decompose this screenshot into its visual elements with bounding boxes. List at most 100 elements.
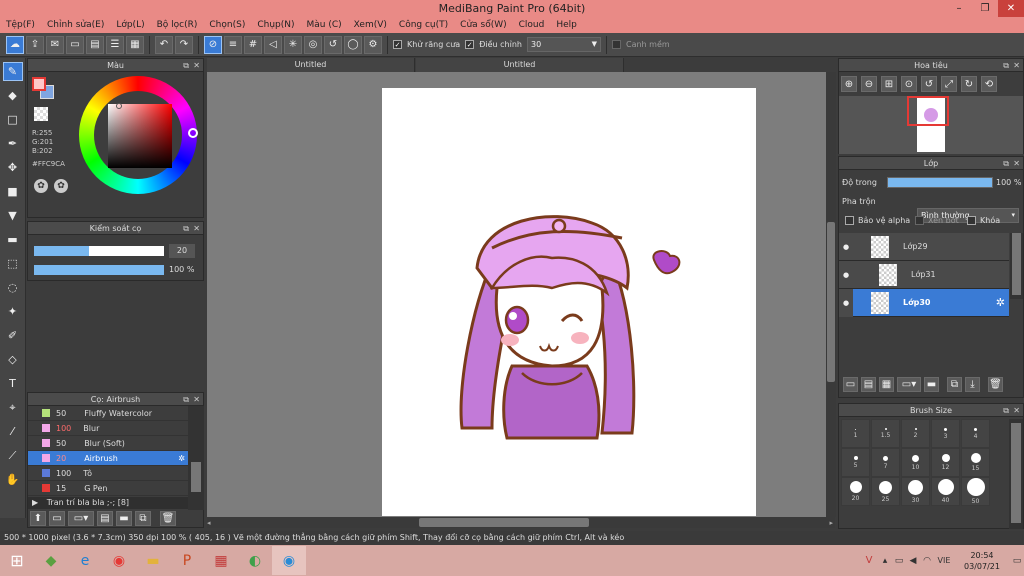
new-8bit-layer-icon[interactable]: ▦ <box>879 377 894 392</box>
scrollbar-thumb[interactable] <box>1011 423 1021 523</box>
eraser-tool-icon[interactable]: ◆ <box>3 86 23 105</box>
brush-size-cell[interactable]: 40 <box>931 477 960 506</box>
palette-add-icon[interactable]: ✿ <box>54 179 68 193</box>
merge-down-icon[interactable]: ⤓ <box>965 377 980 392</box>
correction-checkbox[interactable]: ✓ <box>465 40 475 49</box>
zoom-in-icon[interactable]: ⊕ <box>841 76 857 92</box>
eyedropper-tool-icon[interactable]: ⟋ <box>3 446 23 465</box>
panel-popout-icon[interactable]: ⧉ <box>1003 404 1009 417</box>
brush-item[interactable]: 50 Fluffy Watercolor <box>28 406 188 421</box>
lock-checkbox[interactable] <box>967 216 976 225</box>
text-tool-icon[interactable]: T <box>3 374 23 393</box>
menu-capture[interactable]: Chụp(N) <box>251 20 300 30</box>
brush-size-cell[interactable]: 12 <box>931 448 960 477</box>
gradient-tool-icon[interactable]: ▬ <box>3 230 23 249</box>
protect-alpha-checkbox[interactable] <box>845 216 854 225</box>
tab-untitled-2[interactable]: Untitled <box>416 58 624 72</box>
scroll-left-icon[interactable]: ◂ <box>207 519 211 527</box>
sv-handle[interactable] <box>116 103 122 109</box>
curve-icon[interactable]: ↺ <box>324 35 342 54</box>
grid-icon[interactable]: ▦ <box>126 35 144 54</box>
hand-tool-icon[interactable]: ✋ <box>3 470 23 489</box>
brush-size-cell[interactable]: 3 <box>931 419 960 448</box>
powerpoint-icon[interactable]: P <box>170 546 204 575</box>
transparent-swatch[interactable] <box>34 107 48 121</box>
clip-checkbox[interactable] <box>915 216 924 225</box>
panel-close-icon[interactable]: ✕ <box>193 222 200 235</box>
layer-scrollbar[interactable] <box>1010 233 1023 299</box>
vertical-scrollbar[interactable] <box>826 72 836 517</box>
panel-popout-icon[interactable]: ⧉ <box>1003 59 1009 72</box>
layer-opacity-slider[interactable] <box>887 177 993 188</box>
protect-alpha-option[interactable]: Bảo vệ alpha <box>845 216 910 225</box>
fill-rect-tool-icon[interactable]: ■ <box>3 182 23 201</box>
tab-untitled-1[interactable]: Untitled <box>207 58 415 72</box>
scrollbar-thumb[interactable] <box>191 462 201 492</box>
perspective-icon[interactable]: ◁ <box>264 35 282 54</box>
scroll-right-icon[interactable]: ▸ <box>829 519 833 527</box>
divide-tool-icon[interactable]: ⁄ <box>3 422 23 441</box>
select-rect-tool-icon[interactable]: ⬚ <box>3 254 23 273</box>
brush-item[interactable]: 50 Blur (Soft) <box>28 436 188 451</box>
menu-color[interactable]: Màu (C) <box>301 20 348 30</box>
document-icon[interactable]: ▤ <box>86 35 104 54</box>
brush-properties-icon[interactable]: ▤ <box>97 511 113 526</box>
viewport-indicator[interactable] <box>907 96 949 126</box>
add-layer-menu-icon[interactable]: ▭▾ <box>897 377 921 392</box>
brush-size-cell[interactable]: 50 <box>961 477 990 506</box>
pen-tool-icon[interactable]: ✒ <box>3 134 23 153</box>
eye-icon[interactable]: ● <box>839 243 853 251</box>
brush-list-scrollbar[interactable] <box>188 406 204 510</box>
layer-settings-icon[interactable]: ✲ <box>996 296 1005 309</box>
brush-tool-icon[interactable]: ✎ <box>2 62 23 81</box>
eye-icon[interactable]: ● <box>839 288 853 317</box>
panel-close-icon[interactable]: ✕ <box>193 59 200 72</box>
windows-start-icon[interactable]: ⊞ <box>0 546 34 575</box>
layer-row[interactable]: ● Lớp29 <box>839 233 1009 261</box>
panel-popout-icon[interactable]: ⧉ <box>1003 157 1009 170</box>
bucket-tool-icon[interactable]: ▼ <box>3 206 23 225</box>
opacity-slider[interactable] <box>34 265 164 275</box>
rotate-left-icon[interactable]: ↺ <box>921 76 937 92</box>
folder-icon[interactable]: ▬ <box>924 377 939 392</box>
cloud-brush-icon[interactable]: ⬆ <box>30 511 46 526</box>
parallel-snap-icon[interactable]: ≡ <box>224 35 242 54</box>
menu-select[interactable]: Chọn(S) <box>203 20 251 30</box>
reset-rotation-icon[interactable]: ⟲ <box>981 76 997 92</box>
clock[interactable]: 20:54 03/07/21 <box>954 550 1010 572</box>
hue-handle[interactable] <box>188 128 198 138</box>
lasso-tool-icon[interactable]: ◌ <box>3 278 23 297</box>
fit-window-icon[interactable]: ⤢ <box>941 76 957 92</box>
brush-size-cell[interactable]: 5 <box>841 448 870 477</box>
layer-row-selected[interactable]: ● Lớp30 ✲ <box>839 288 1009 317</box>
volume-icon[interactable]: ◀ <box>906 546 920 575</box>
wifi-icon[interactable]: ◠ <box>920 546 934 575</box>
notification-icon[interactable]: ▭ <box>1010 546 1024 575</box>
panel-close-icon[interactable]: ✕ <box>1013 157 1020 170</box>
chrome-icon[interactable]: ◉ <box>102 546 136 575</box>
garena-icon[interactable]: ◐ <box>238 546 272 575</box>
brush-size-cell[interactable]: 4 <box>961 419 990 448</box>
select-pen-tool-icon[interactable]: ✐ <box>3 326 23 345</box>
export-icon[interactable]: ⇪ <box>26 35 44 54</box>
menu-layer[interactable]: Lớp(L) <box>110 20 150 30</box>
panel-popout-icon[interactable]: ⧉ <box>183 393 189 406</box>
language-indicator[interactable]: VIE <box>934 546 954 575</box>
scrollbar-thumb[interactable] <box>419 518 589 527</box>
menu-help[interactable]: Help <box>550 20 583 30</box>
cloud-icon[interactable]: ☁ <box>6 35 24 54</box>
close-button[interactable]: ✕ <box>998 0 1024 17</box>
layer-row[interactable]: ● Lớp31 <box>839 261 1009 289</box>
undo-icon[interactable]: ↶ <box>155 35 173 54</box>
brush-item[interactable]: 15 G Pen <box>28 481 188 496</box>
clip-option[interactable]: Xén bớt <box>915 216 959 225</box>
brush-item[interactable]: 100 Blur <box>28 421 188 436</box>
new-layer-icon[interactable]: ▭ <box>843 377 858 392</box>
bluestacks-icon[interactable]: ◆ <box>34 546 68 575</box>
brush-menu-icon[interactable]: ▭▾ <box>68 511 94 526</box>
chat-icon[interactable]: ✉ <box>46 35 64 54</box>
delete-icon[interactable]: 🗑 <box>160 511 176 526</box>
brush-size-cell[interactable]: 2 <box>901 419 930 448</box>
brush-size-cell[interactable]: 1 <box>841 419 870 448</box>
radial-icon[interactable]: ✳ <box>284 35 302 54</box>
